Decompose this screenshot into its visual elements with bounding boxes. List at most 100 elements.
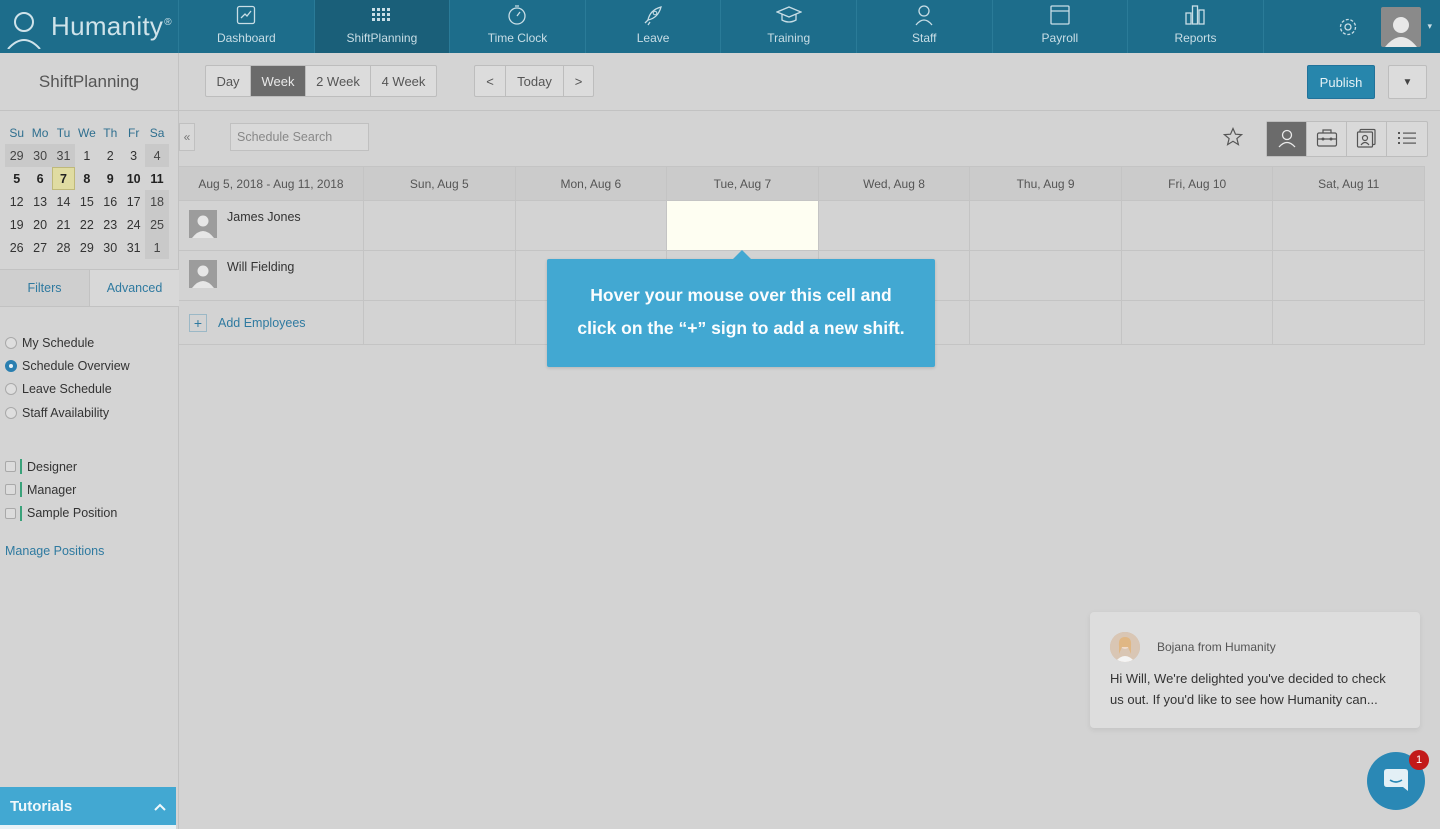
- shift-cell[interactable]: [516, 201, 668, 250]
- calendar-day[interactable]: 4: [145, 144, 169, 167]
- nav-reports[interactable]: Reports: [1128, 0, 1264, 53]
- range-2-week-button[interactable]: 2 Week: [306, 66, 371, 96]
- shift-cell[interactable]: [364, 251, 516, 300]
- calendar-day[interactable]: 5: [5, 167, 28, 190]
- nav-leave[interactable]: Leave: [586, 0, 722, 53]
- tutorial-tooltip: Hover your mouse over this cell and clic…: [547, 250, 935, 367]
- tab-filters[interactable]: Filters: [0, 270, 89, 306]
- schedule-search-input[interactable]: Schedule Search: [230, 123, 369, 151]
- chevron-up-icon[interactable]: [154, 798, 166, 815]
- radio-button[interactable]: [5, 383, 17, 396]
- publish-button[interactable]: Publish: [1307, 65, 1375, 99]
- shift-cell[interactable]: [1122, 251, 1274, 300]
- highlighted-shift-cell[interactable]: [667, 201, 819, 250]
- calendar-day[interactable]: 10: [122, 167, 145, 190]
- publish-options-button[interactable]: ▼: [1388, 65, 1427, 99]
- position-filter-sample-position[interactable]: Sample Position: [5, 502, 117, 525]
- user-avatar[interactable]: [1381, 6, 1422, 47]
- chat-message-card[interactable]: Bojana from Humanity Hi Will, We're deli…: [1090, 612, 1420, 728]
- collapse-sidebar-button[interactable]: «: [179, 123, 195, 151]
- calendar-day[interactable]: 13: [28, 190, 51, 213]
- view-option-leave-schedule[interactable]: Leave Schedule: [5, 378, 130, 401]
- calendar-day[interactable]: 1: [145, 236, 169, 259]
- shift-cell[interactable]: [970, 201, 1122, 250]
- calendar-day[interactable]: 9: [99, 167, 122, 190]
- calendar-day-today[interactable]: 7: [51, 167, 76, 190]
- calendar-day[interactable]: 27: [28, 236, 51, 259]
- calendar-day[interactable]: 8: [75, 167, 98, 190]
- calendar-day[interactable]: 29: [75, 236, 98, 259]
- nav-payroll[interactable]: Payroll: [993, 0, 1129, 53]
- view-option-my-schedule[interactable]: My Schedule: [5, 331, 130, 354]
- tab-advanced[interactable]: Advanced: [89, 270, 179, 306]
- calendar-day[interactable]: 30: [28, 144, 52, 167]
- nav-dashboard[interactable]: Dashboard: [179, 0, 315, 53]
- shift-cell[interactable]: [1122, 201, 1274, 250]
- checkbox[interactable]: [5, 507, 16, 519]
- calendar-day[interactable]: 23: [99, 213, 122, 236]
- position-filter-manager[interactable]: Manager: [5, 478, 117, 501]
- shift-cell[interactable]: [970, 251, 1122, 300]
- calendar-day[interactable]: 6: [28, 167, 51, 190]
- calendar-day[interactable]: 21: [52, 213, 75, 236]
- shift-cell[interactable]: [364, 201, 516, 250]
- calendar-day[interactable]: 31: [122, 236, 145, 259]
- today-button[interactable]: Today: [506, 66, 564, 96]
- manage-positions-link[interactable]: Manage Positions: [5, 544, 104, 558]
- calendar-day[interactable]: 3: [122, 144, 145, 167]
- graduation-cap-icon: [775, 3, 802, 27]
- shift-cell[interactable]: [819, 201, 971, 250]
- chevron-down-icon[interactable]: ▾: [1427, 21, 1432, 32]
- calendar-day[interactable]: 19: [5, 213, 28, 236]
- view-option-staff-availability[interactable]: Staff Availability: [5, 401, 130, 424]
- calendar-day[interactable]: 22: [75, 213, 98, 236]
- view-option-schedule-overview[interactable]: Schedule Overview: [5, 354, 130, 377]
- calendar-day[interactable]: 11: [145, 167, 168, 190]
- radio-button[interactable]: [5, 406, 17, 419]
- employee-cell[interactable]: Will Fielding: [179, 251, 364, 300]
- tutorials-panel[interactable]: Tutorials: [0, 787, 176, 829]
- star-icon[interactable]: [1222, 126, 1244, 148]
- position-filter-designer[interactable]: Designer: [5, 455, 117, 478]
- checkbox[interactable]: [5, 461, 16, 473]
- calendar-day[interactable]: 2: [99, 144, 122, 167]
- shift-cell[interactable]: [1273, 201, 1426, 250]
- range-week-button[interactable]: Week: [251, 66, 306, 96]
- radio-button-selected[interactable]: [5, 359, 17, 372]
- calendar-day[interactable]: 15: [75, 190, 98, 213]
- location-view-button[interactable]: [1347, 122, 1387, 156]
- position-view-button[interactable]: [1307, 122, 1347, 156]
- add-employees-button[interactable]: + Add Employees: [179, 301, 364, 344]
- gear-icon[interactable]: [1337, 16, 1359, 38]
- calendar-day[interactable]: 29: [5, 144, 29, 167]
- calendar-day[interactable]: 28: [52, 236, 75, 259]
- list-view-button[interactable]: [1387, 122, 1427, 156]
- range-4-week-button[interactable]: 4 Week: [371, 66, 436, 96]
- calendar-day[interactable]: 25: [145, 213, 169, 236]
- next-button[interactable]: >: [564, 66, 593, 96]
- calendar-day[interactable]: 1: [75, 144, 98, 167]
- calendar-day[interactable]: 30: [99, 236, 122, 259]
- calendar-day[interactable]: 31: [51, 144, 76, 167]
- calendar-day[interactable]: 20: [28, 213, 51, 236]
- employee-cell[interactable]: James Jones: [179, 201, 364, 250]
- checkbox[interactable]: [5, 484, 16, 496]
- mini-calendar-week: 29 30 31 1 2 3 4: [5, 144, 169, 167]
- shift-cell[interactable]: [1273, 251, 1426, 300]
- nav-staff[interactable]: Staff: [857, 0, 993, 53]
- calendar-day[interactable]: 12: [5, 190, 28, 213]
- radio-button[interactable]: [5, 336, 17, 349]
- employee-view-button[interactable]: [1267, 122, 1307, 156]
- calendar-day[interactable]: 24: [122, 213, 145, 236]
- nav-training[interactable]: Training: [721, 0, 857, 53]
- calendar-day[interactable]: 14: [52, 190, 75, 213]
- calendar-day[interactable]: 16: [99, 190, 122, 213]
- brand[interactable]: Humanity®: [0, 0, 179, 53]
- nav-shiftplanning[interactable]: ShiftPlanning: [314, 0, 451, 53]
- nav-time-clock[interactable]: Time Clock: [450, 0, 586, 53]
- calendar-day[interactable]: 26: [5, 236, 28, 259]
- prev-button[interactable]: <: [475, 66, 506, 96]
- calendar-day[interactable]: 17: [122, 190, 145, 213]
- calendar-day[interactable]: 18: [145, 190, 169, 213]
- range-day-button[interactable]: Day: [206, 66, 251, 96]
